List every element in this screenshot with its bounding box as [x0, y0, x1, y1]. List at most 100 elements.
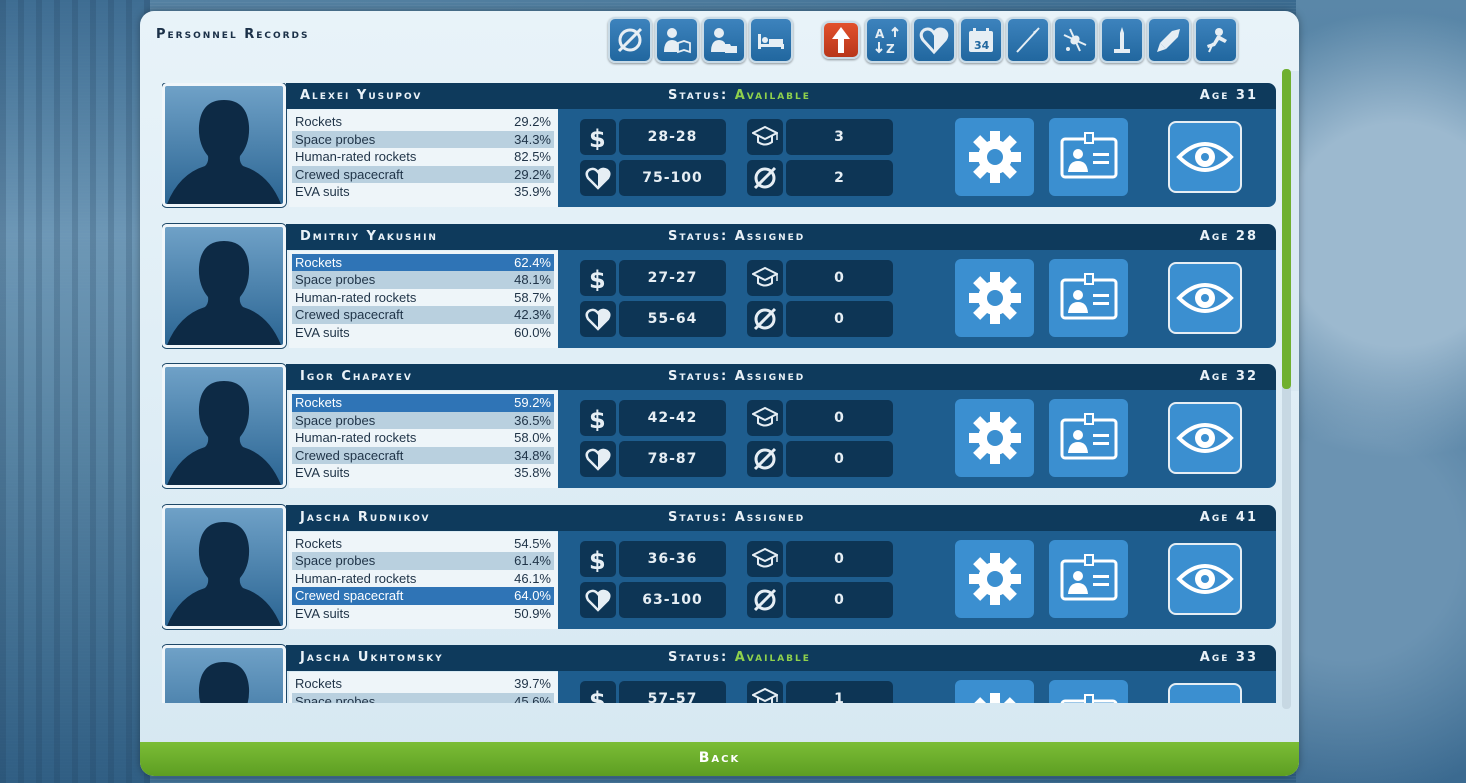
id-card-button[interactable] [1049, 258, 1128, 337]
salary-value: 57-57 [619, 681, 726, 703]
skill-row: Rockets 59.2% [292, 394, 554, 412]
sort-human-rockets-button[interactable] [1100, 17, 1144, 63]
sort-direction-button[interactable] [822, 21, 860, 59]
skill-row: Crewed spacecraft 42.3% [292, 306, 554, 324]
health-icon-box [580, 581, 616, 618]
skill-value: 60.0% [514, 324, 551, 340]
filter-unassigned-button[interactable] [608, 17, 652, 63]
portrait[interactable] [162, 83, 286, 207]
sort-rockets-button[interactable] [1006, 17, 1050, 63]
gear-icon [968, 552, 1021, 605]
skill-row: Rockets 39.7% [292, 675, 554, 693]
filter-assigned-button[interactable] [702, 17, 746, 63]
age-label: Age 41 [1200, 510, 1258, 525]
skill-row: Crewed spacecraft 34.8% [292, 446, 554, 464]
skill-label: Human-rated rockets [295, 149, 417, 165]
training-value: 1 [786, 681, 893, 703]
gear-icon [968, 271, 1021, 324]
age-value: 31 [1235, 88, 1258, 103]
id-card-button[interactable] [1049, 399, 1128, 477]
salary-value: 28-28 [619, 119, 726, 155]
portrait[interactable] [162, 645, 286, 703]
skill-label: Rockets [295, 535, 342, 551]
eye-icon [1176, 423, 1234, 453]
skill-row: Human-rated rockets 58.0% [292, 429, 554, 447]
skill-label: Crewed spacecraft [295, 307, 404, 323]
id-card-icon [1060, 553, 1117, 600]
training-icon-box [747, 259, 783, 296]
id-card-icon [1060, 132, 1117, 179]
skill-row: EVA suits 35.8% [292, 464, 554, 482]
skill-label: Rockets [295, 114, 342, 130]
skills-list: Rockets 39.7% Space probes 45.6% [289, 672, 558, 703]
info-panel: $36-36 63-100 0 0 [558, 530, 1276, 629]
sort-alpha-button[interactable]: AZ [865, 17, 909, 63]
sort-health-button[interactable] [912, 17, 956, 63]
training-icon-box [747, 540, 783, 577]
view-button[interactable] [1168, 402, 1242, 474]
sort-age-button[interactable]: 34 [959, 17, 1003, 63]
skill-value: 82.5% [514, 149, 551, 165]
eye-icon [1176, 142, 1234, 172]
view-button[interactable] [1168, 683, 1242, 703]
skill-label: Rockets [295, 254, 342, 270]
sort-spacecraft-button[interactable] [1147, 17, 1191, 63]
skill-label: Rockets [295, 676, 342, 692]
settings-button[interactable] [955, 118, 1034, 196]
filter-hospital-button[interactable] [749, 17, 793, 63]
silhouette-icon [167, 100, 281, 204]
scrollbar[interactable] [1282, 69, 1291, 709]
background-left-art [0, 0, 150, 783]
settings-button[interactable] [955, 399, 1034, 477]
person-book-icon [664, 28, 691, 54]
scrollbar-thumb[interactable] [1282, 69, 1291, 389]
status-label: Status: Available [668, 88, 811, 103]
view-button[interactable] [1168, 121, 1242, 193]
svg-text:A: A [875, 27, 885, 41]
back-button[interactable]: Back [140, 742, 1299, 776]
skill-label: Space probes [295, 693, 376, 703]
portrait[interactable] [162, 223, 286, 348]
unassigned-icon [753, 166, 777, 190]
view-button[interactable] [1168, 261, 1242, 334]
heart-icon [919, 27, 949, 55]
skill-value: 36.5% [514, 412, 551, 428]
settings-button[interactable] [955, 680, 1034, 703]
sort-probes-button[interactable] [1053, 17, 1097, 63]
id-card-button[interactable] [1049, 539, 1128, 618]
gear-icon [968, 131, 1021, 183]
person-name: Dmitriy Yakushin [300, 228, 438, 244]
training-value: 0 [786, 540, 893, 577]
status-value: Assigned [734, 509, 806, 525]
age-value: 33 [1235, 650, 1258, 665]
filter-training-button[interactable] [655, 17, 699, 63]
id-card-button[interactable] [1049, 680, 1128, 703]
sort-eva-button[interactable] [1194, 17, 1238, 63]
status-prefix: Status: [668, 509, 729, 525]
silhouette-icon [167, 521, 281, 626]
dollar-icon: $ [589, 266, 606, 291]
status-label: Status: Assigned [668, 510, 805, 525]
salary-icon-box: $ [580, 400, 616, 436]
skill-label: Space probes [295, 412, 376, 428]
settings-button[interactable] [955, 258, 1034, 337]
skill-label: Crewed spacecraft [295, 166, 404, 182]
id-card-button[interactable] [1049, 118, 1128, 196]
health-value: 63-100 [619, 581, 726, 618]
view-button[interactable] [1168, 542, 1242, 615]
person-name: Alexei Yusupov [300, 88, 423, 103]
skill-value: 50.9% [514, 605, 551, 621]
portrait[interactable] [162, 364, 286, 488]
settings-button[interactable] [955, 539, 1034, 618]
portrait[interactable] [162, 504, 286, 629]
calendar-icon: 34 [969, 28, 993, 52]
skill-row: Space probes 36.5% [292, 411, 554, 429]
unassigned-icon-box [747, 160, 783, 196]
silhouette-icon [198, 662, 250, 703]
training-value: 3 [786, 119, 893, 155]
status-prefix: Status: [668, 650, 729, 665]
info-panel: $28-28 75-100 3 2 [558, 109, 1276, 207]
page-title: Personnel Records [156, 27, 310, 42]
skill-value: 64.0% [514, 588, 551, 604]
skill-label: Space probes [295, 553, 376, 569]
